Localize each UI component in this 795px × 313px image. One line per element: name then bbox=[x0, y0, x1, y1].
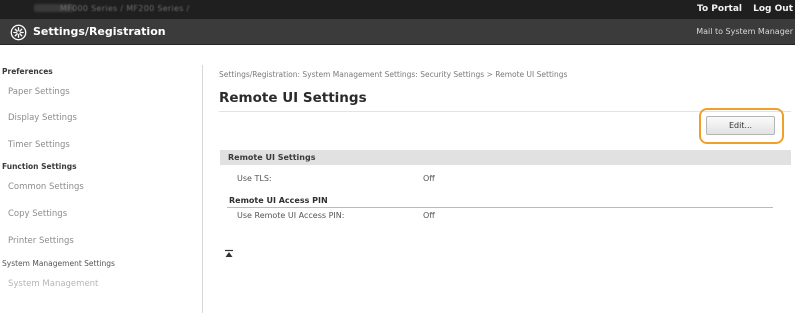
sidebar-item-common-settings[interactable]: Common Settings bbox=[0, 182, 196, 192]
top-bar: MF000 Series / MF200 Series / To Portal … bbox=[0, 0, 795, 19]
log-out-link[interactable]: Log Out bbox=[753, 4, 793, 14]
sidebar-section-preferences: Preferences bbox=[2, 67, 53, 76]
sidebar-item-system-management[interactable]: System Management bbox=[0, 279, 196, 289]
top-links: To Portal Log Out bbox=[689, 4, 793, 14]
remote-ui-settings-section-bar: Remote UI Settings bbox=[220, 150, 791, 165]
sidebar-section-system-management-settings[interactable]: System Management Settings bbox=[0, 259, 196, 268]
use-remote-ui-access-pin-value: Off bbox=[423, 211, 435, 220]
mail-to-system-manager-link[interactable]: Mail to System Manager bbox=[696, 27, 793, 36]
sidebar-item-copy-settings[interactable]: Copy Settings bbox=[0, 209, 196, 219]
header-title: Settings/Registration bbox=[33, 25, 166, 38]
header-bar: Settings/Registration Mail to System Man… bbox=[0, 19, 795, 45]
access-pin-divider bbox=[227, 207, 773, 208]
edit-button[interactable]: Edit... bbox=[706, 116, 775, 135]
use-tls-value: Off bbox=[423, 174, 435, 183]
use-remote-ui-access-pin-label: Use Remote UI Access PIN: bbox=[237, 211, 345, 220]
section-title: Remote UI Settings bbox=[228, 153, 316, 162]
sidebar-item-paper-settings[interactable]: Paper Settings bbox=[0, 87, 196, 97]
remote-ui-access-pin-heading: Remote UI Access PIN bbox=[229, 196, 328, 205]
breadcrumb: Settings/Registration: System Management… bbox=[219, 70, 568, 79]
sidebar-item-display-settings[interactable]: Display Settings bbox=[0, 113, 196, 123]
sidebar-item-timer-settings[interactable]: Timer Settings bbox=[0, 140, 196, 150]
use-tls-label: Use TLS: bbox=[237, 174, 272, 183]
sidebar-item-printer-settings[interactable]: Printer Settings bbox=[0, 236, 196, 246]
sidebar-section-function-settings: Function Settings bbox=[2, 162, 77, 171]
page-title: Remote UI Settings bbox=[219, 90, 367, 106]
sidebar: Preferences Paper Settings Display Setti… bbox=[0, 65, 203, 313]
to-top-arrow-icon[interactable] bbox=[224, 249, 234, 259]
to-portal-link[interactable]: To Portal bbox=[697, 4, 742, 14]
model-name: MF000 Series / MF200 Series / bbox=[60, 4, 190, 13]
settings-gear-icon bbox=[10, 24, 27, 41]
